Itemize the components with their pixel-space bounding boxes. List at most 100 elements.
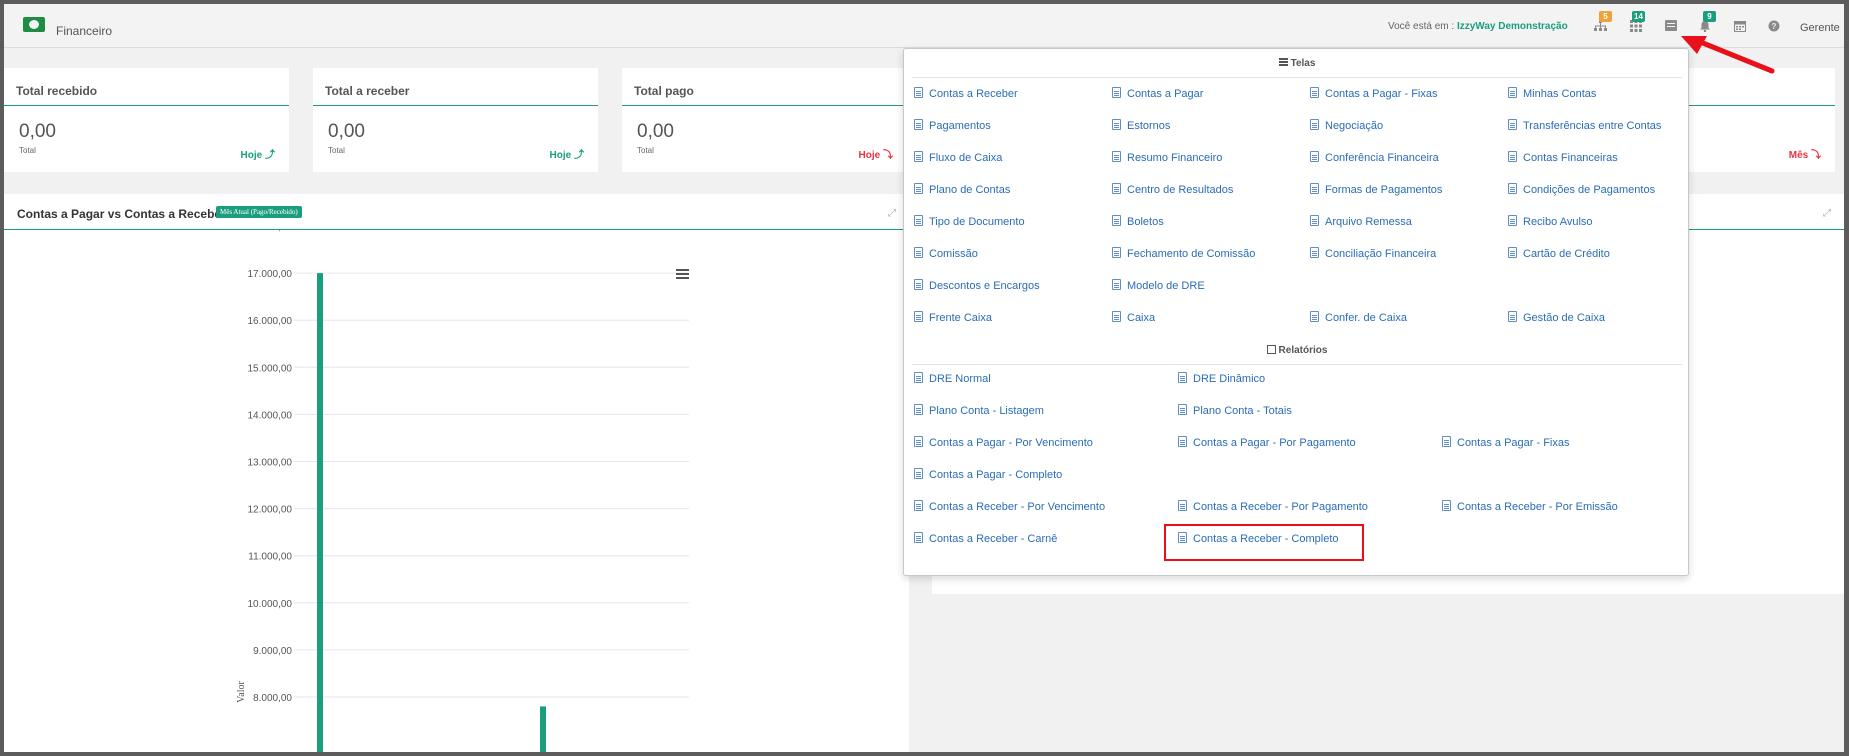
menu-item-label: Gestão de Caixa [1523, 312, 1605, 324]
menu-item-tela[interactable]: Descontos e Encargos [914, 279, 1040, 292]
menu-item-tela[interactable]: Minhas Contas [1508, 87, 1596, 100]
y-tick-label: 17.000,00 [248, 269, 293, 280]
menu-item-tela[interactable]: Boletos [1112, 215, 1164, 228]
period-badge: Mês Atual (Pago/Recebido) [216, 206, 302, 218]
menu-item-label: Contas a Pagar - Completo [929, 469, 1063, 481]
menu-item-tela[interactable]: Contas a Pagar - Fixas [1310, 87, 1438, 100]
company-link[interactable]: IzzyWay Demonstração [1457, 21, 1568, 32]
menu-item-tela[interactable]: Resumo Financeiro [1112, 151, 1222, 164]
menu-item-relatorio[interactable]: Contas a Receber - Carnê [914, 532, 1057, 545]
document-icon [914, 151, 923, 162]
user-menu[interactable]: Gerente [1800, 22, 1840, 34]
menu-item-tela[interactable]: Contas a Pagar [1112, 87, 1203, 100]
menu-item-label: Conferência Financeira [1325, 152, 1439, 164]
bar[interactable] [540, 706, 546, 752]
y-tick-label: 13.000,00 [248, 458, 293, 469]
menu-item-tela[interactable]: Conciliação Financeira [1310, 247, 1436, 260]
document-icon [1310, 87, 1319, 98]
menu-item-label: Contas Financeiras [1523, 152, 1618, 164]
help-icon[interactable]: ? [1767, 20, 1780, 32]
document-icon [1310, 119, 1319, 130]
relatorios-title: Relatórios [1278, 345, 1328, 356]
money-icon [23, 17, 45, 32]
menu-item-tela[interactable]: Fechamento de Comissão [1112, 247, 1255, 260]
document-icon [914, 436, 923, 447]
menu-item-tela[interactable]: Contas a Receber [914, 87, 1018, 100]
document-icon [1508, 247, 1517, 258]
menu-item-relatorio[interactable]: Contas a Pagar - Fixas [1442, 436, 1570, 449]
calendar-icon[interactable] [1733, 20, 1746, 32]
menu-item-relatorio[interactable]: Plano Conta - Totais [1178, 404, 1292, 417]
menu-list-icon[interactable] [1664, 20, 1677, 32]
menu-item-tela[interactable]: Negociação [1310, 119, 1383, 132]
menu-item-tela[interactable]: Gestão de Caixa [1508, 311, 1605, 324]
menu-item-relatorio[interactable]: Contas a Receber - Por Vencimento [914, 500, 1105, 513]
menu-item-tela[interactable]: Estornos [1112, 119, 1170, 132]
top-bar: Financeiro Você está em : IzzyWay Demons… [4, 4, 1844, 48]
card-link-hoje[interactable]: Hoje ⤵ [859, 146, 893, 161]
menu-item-tela[interactable]: Comissão [914, 247, 978, 260]
document-icon [1112, 247, 1121, 258]
menu-item-label: Centro de Resultados [1127, 184, 1234, 196]
menu-item-tela[interactable]: Centro de Resultados [1112, 183, 1233, 196]
menu-item-tela[interactable]: Fluxo de Caixa [914, 151, 1002, 164]
document-icon [1508, 215, 1517, 226]
y-tick-label: 9.000,00 [253, 646, 292, 657]
menu-item-tela[interactable]: Frente Caixa [914, 311, 992, 324]
menu-item-tela[interactable]: Transferências entre Contas [1508, 119, 1661, 132]
menu-item-relatorio[interactable]: Contas a Pagar - Por Vencimento [914, 436, 1093, 449]
expand-icon[interactable]: ⤢ [1823, 208, 1831, 219]
menu-item-relatorio[interactable]: Contas a Pagar - Por Pagamento [1178, 436, 1356, 449]
menu-item-label: Fechamento de Comissão [1127, 248, 1256, 260]
menu-item-tela[interactable]: Recibo Avulso [1508, 215, 1593, 228]
y-tick-label: 8.000,00 [253, 693, 292, 704]
divider [912, 364, 1682, 365]
menu-item-relatorio[interactable]: DRE Dinâmico [1178, 372, 1265, 385]
menu-item-label: Contas a Receber - Por Emissão [1457, 501, 1618, 513]
menu-item-relatorio[interactable]: Contas a Pagar - Completo [914, 468, 1062, 481]
menu-item-tela[interactable]: Contas Financeiras [1508, 151, 1618, 164]
expand-icon[interactable]: ⤢ [888, 208, 896, 219]
document-icon [1508, 119, 1517, 130]
arrow-annotation [1681, 36, 1775, 74]
divider [912, 77, 1682, 78]
menu-item-relatorio[interactable]: Contas a Receber - Por Pagamento [1178, 500, 1368, 513]
menu-item-relatorio[interactable]: Plano Conta - Listagem [914, 404, 1044, 417]
menu-item-label: Estornos [1127, 120, 1171, 132]
document-icon [1442, 436, 1451, 447]
menu-item-label: Modelo de DRE [1127, 280, 1205, 292]
chart-context-menu-icon[interactable] [676, 269, 689, 279]
menu-item-label: Frente Caixa [929, 312, 992, 324]
menu-item-tela[interactable]: Formas de Pagamentos [1310, 183, 1442, 196]
menu-item-tela[interactable]: Conferência Financeira [1310, 151, 1439, 164]
menu-item-tela[interactable]: Caixa [1112, 311, 1155, 324]
document-icon [1310, 247, 1319, 258]
sitemap-badge: 5 [1599, 11, 1612, 22]
card-link-mes[interactable]: Mês ⤵ [1789, 146, 1821, 161]
document-icon [914, 215, 923, 226]
document-icon [1508, 151, 1517, 162]
card-link-hoje[interactable]: Hoje ⤴ [550, 146, 584, 161]
menu-item-tela[interactable]: Arquivo Remessa [1310, 215, 1412, 228]
menu-item-tela[interactable]: Tipo de Documento [914, 215, 1025, 228]
y-axis-label: Valor [236, 681, 247, 703]
menu-item-label: Pagamentos [929, 120, 991, 132]
menu-item-tela[interactable]: Confer. de Caixa [1310, 311, 1407, 324]
menu-item-tela[interactable]: Modelo de DRE [1112, 279, 1205, 292]
menu-item-label: Formas de Pagamentos [1325, 184, 1443, 196]
bar[interactable] [317, 273, 323, 752]
menu-item-tela[interactable]: Pagamentos [914, 119, 991, 132]
menu-item-label: Contas a Receber - Por Vencimento [929, 501, 1106, 513]
card-link-hoje[interactable]: Hoje ⤴ [241, 146, 275, 161]
menu-item-tela[interactable]: Plano de Contas [914, 183, 1010, 196]
menu-item-relatorio[interactable]: DRE Normal [914, 372, 991, 385]
chart-panel: Contas a Pagar vs Contas a Receber Mês A… [4, 194, 909, 752]
menu-item-relatorio[interactable]: Contas a Receber - Por Emissão [1442, 500, 1618, 513]
menu-item-tela[interactable]: Condições de Pagamentos [1508, 183, 1655, 196]
menu-item-label: Contas a Pagar - Por Pagamento [1193, 437, 1356, 449]
menu-item-tela[interactable]: Cartão de Crédito [1508, 247, 1610, 260]
y-tick-label: 11.000,00 [248, 552, 292, 563]
menu-item-label: Caixa [1127, 312, 1156, 324]
menu-item-label: Boletos [1127, 216, 1164, 228]
menu-item-label: Condições de Pagamentos [1523, 184, 1656, 196]
